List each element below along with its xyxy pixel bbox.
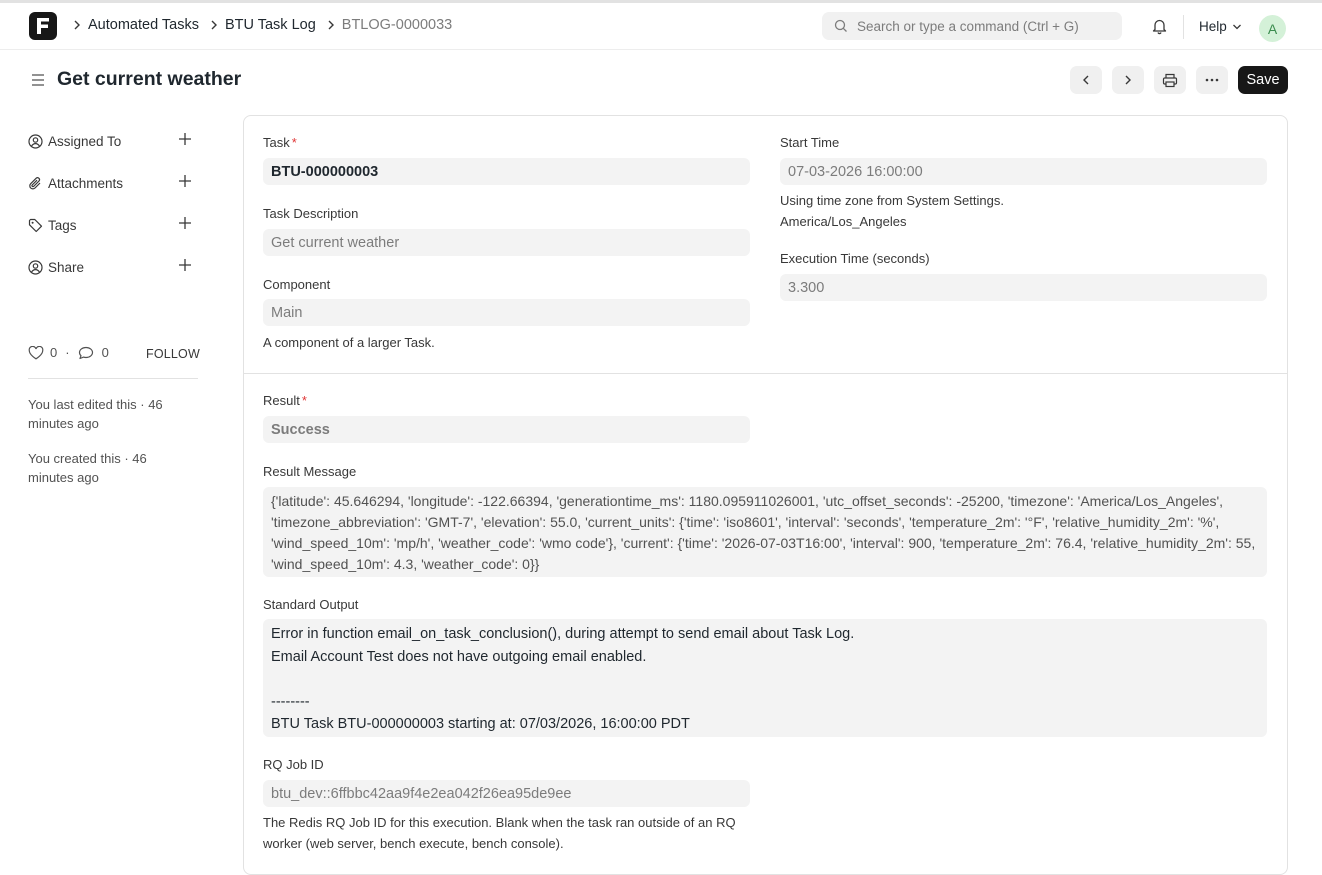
result-value: Success xyxy=(271,421,330,438)
share-user-icon xyxy=(28,259,44,275)
result-message-label: Result Message xyxy=(263,464,357,479)
timeline-created: You created this · 46 minutes ago xyxy=(28,451,147,485)
sidebar-item-assigned-to[interactable]: Assigned To xyxy=(28,130,198,152)
follow-button[interactable]: FOLLOW xyxy=(146,347,200,361)
sidebar-toggle-icon[interactable] xyxy=(30,72,46,93)
user-avatar[interactable]: A xyxy=(1259,15,1286,42)
sidebar-item-label: Assigned To xyxy=(48,133,122,149)
sidebar-item-tags[interactable]: Tags xyxy=(28,214,198,236)
chevron-right-icon xyxy=(72,19,82,31)
paperclip-icon xyxy=(28,175,44,191)
component-help-text: A component of a larger Task. xyxy=(263,335,435,350)
rq-job-id-label: RQ Job ID xyxy=(263,757,324,772)
section-divider xyxy=(243,373,1288,374)
task-description-field[interactable]: Get current weather xyxy=(263,229,750,256)
required-asterisk: * xyxy=(301,393,307,408)
task-value: BTU-000000003 xyxy=(271,163,379,180)
search-placeholder: Search or type a command (Ctrl + G) xyxy=(857,18,1079,34)
execution-time-value: 3.300 xyxy=(788,279,825,296)
comment-icon[interactable] xyxy=(78,346,94,360)
frappe-logo-icon xyxy=(37,18,49,34)
sidebar-item-label: Attachments xyxy=(48,175,124,191)
help-label: Help xyxy=(1199,19,1227,34)
search-bar[interactable]: Search or type a command (Ctrl + G) xyxy=(822,12,1122,40)
component-field[interactable]: Main xyxy=(263,299,750,326)
start-time-value: 07-03-2026 16:00:00 xyxy=(788,163,923,180)
likes-comments-row: 0 · 0 xyxy=(28,345,109,360)
chevron-down-icon xyxy=(1232,24,1241,29)
navbar-divider xyxy=(1183,15,1184,39)
help-dropdown[interactable]: Help xyxy=(1199,19,1242,34)
print-button[interactable] xyxy=(1154,66,1186,94)
add-share-plus-icon[interactable] xyxy=(178,258,192,275)
start-time-field[interactable]: 07-03-2026 16:00:00 xyxy=(780,158,1267,185)
notifications-bell-icon[interactable] xyxy=(1151,17,1168,40)
comments-count: 0 xyxy=(101,345,109,360)
chevron-left-icon xyxy=(1083,75,1089,85)
likes-count: 0 xyxy=(50,345,58,360)
rq-job-id-value: btu_dev::6ffbbc42aa9f4e2ea042f26ea95de9e… xyxy=(271,785,572,802)
start-time-label: Start Time xyxy=(780,135,840,150)
heart-icon[interactable] xyxy=(28,345,44,360)
page-title: Get current weather xyxy=(57,68,242,90)
add-assignee-plus-icon[interactable] xyxy=(178,132,192,149)
printer-icon xyxy=(1162,73,1178,87)
rq-job-id-field[interactable]: btu_dev::6ffbbc42aa9f4e2ea042f26ea95de9e… xyxy=(263,780,750,807)
chevron-right-icon xyxy=(326,19,336,31)
more-actions-button[interactable] xyxy=(1196,66,1228,94)
navbar: Automated Tasks BTU Task Log BTLOG-00000… xyxy=(0,0,1322,50)
search-icon xyxy=(834,19,847,32)
dot-separator: · xyxy=(65,345,70,360)
app-logo[interactable] xyxy=(29,12,57,40)
breadcrumb-btu-task-log[interactable]: BTU Task Log xyxy=(225,17,316,33)
sidebar-item-label: Share xyxy=(48,259,85,275)
rq-job-id-help-text: The Redis RQ Job ID for this execution. … xyxy=(263,815,736,851)
breadcrumb-automated-tasks[interactable]: Automated Tasks xyxy=(88,17,199,33)
component-label: Component xyxy=(263,277,331,292)
execution-time-label: Execution Time (seconds) xyxy=(780,251,930,266)
chevron-right-icon xyxy=(209,19,219,31)
required-asterisk: * xyxy=(291,135,297,150)
chevron-right-icon xyxy=(1125,75,1131,85)
task-label: Task * xyxy=(263,135,297,150)
sidebar-item-share[interactable]: Share xyxy=(28,256,198,278)
timezone-help-text: Using time zone from System Settings. Am… xyxy=(780,190,1004,232)
execution-time-field[interactable]: 3.300 xyxy=(780,274,1267,301)
timezone-help-line-2: America/Los_Angeles xyxy=(780,214,907,229)
task-description-label: Task Description xyxy=(263,206,359,221)
add-tag-plus-icon[interactable] xyxy=(178,216,192,233)
assign-user-icon xyxy=(28,133,44,149)
result-label: Result * xyxy=(263,393,307,408)
breadcrumb: Automated Tasks BTU Task Log BTLOG-00000… xyxy=(72,17,462,33)
result-field[interactable]: Success xyxy=(263,416,750,443)
sidebar-item-attachments[interactable]: Attachments xyxy=(28,172,198,194)
timezone-help-line-1: Using time zone from System Settings. xyxy=(780,193,1004,208)
result-message-field[interactable]: {'latitude': 45.646294, 'longitude': -12… xyxy=(263,487,1267,577)
standard-output-field[interactable]: Error in function email_on_task_conclusi… xyxy=(263,619,1267,737)
next-record-button[interactable] xyxy=(1112,66,1144,94)
add-attachment-plus-icon[interactable] xyxy=(178,174,192,191)
sidebar-item-label: Tags xyxy=(48,217,77,233)
task-description-value: Get current weather xyxy=(271,234,400,251)
previous-record-button[interactable] xyxy=(1070,66,1102,94)
tag-icon xyxy=(28,217,44,233)
standard-output-label: Standard Output xyxy=(263,597,359,612)
timeline-last-edited: You last edited this · 46 minutes ago xyxy=(28,397,163,431)
component-value: Main xyxy=(271,304,303,321)
sidebar-divider xyxy=(28,378,198,379)
ellipsis-icon xyxy=(1205,78,1219,82)
task-field[interactable]: BTU-000000003 xyxy=(263,158,750,185)
breadcrumb-current-record[interactable]: BTLOG-0000033 xyxy=(342,17,452,33)
save-button[interactable]: Save xyxy=(1238,66,1288,94)
